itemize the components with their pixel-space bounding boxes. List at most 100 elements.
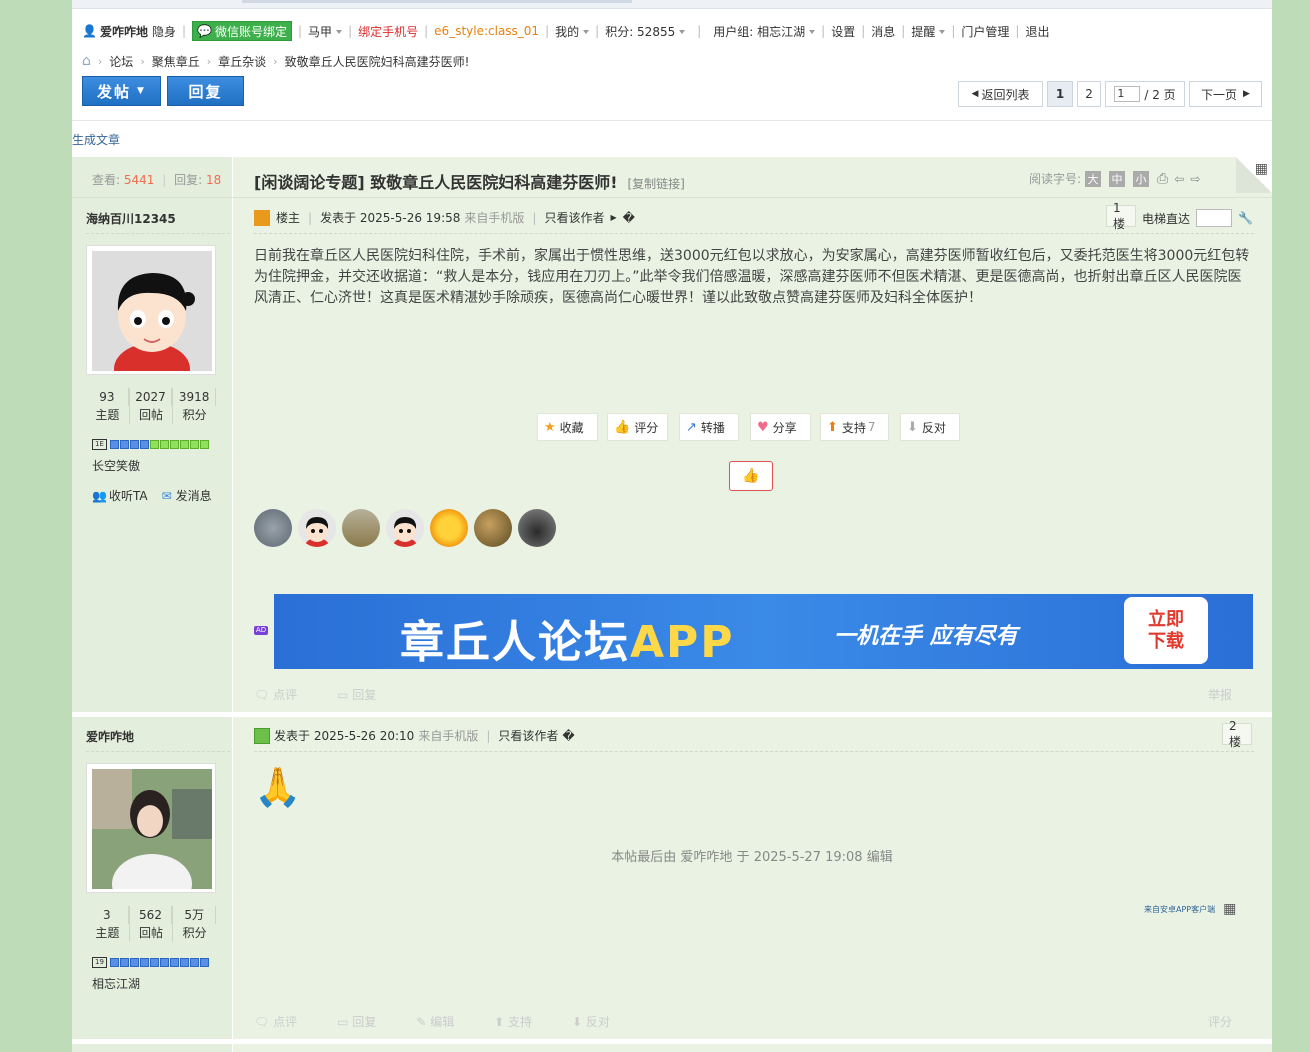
- user-icon: 👤: [82, 24, 97, 38]
- oppose-button[interactable]: ⬇ 反对: [900, 413, 960, 441]
- bind-phone-link[interactable]: 绑定手机号: [358, 23, 418, 40]
- forum-page: 👤 爱咋咋地 隐身 | 💬 微信账号绑定 | 马甲 | 绑定手机号 | e6_s…: [72, 0, 1272, 1052]
- post1-rank: 长空笑傲: [92, 459, 141, 473]
- chevron-down-icon: [336, 30, 343, 34]
- rater-avatar[interactable]: [430, 509, 468, 547]
- post1-author[interactable]: 海纳百川12345: [86, 210, 176, 227]
- chevron-down-icon: [809, 30, 816, 34]
- points-menu[interactable]: 积分: 52855: [605, 23, 686, 40]
- font-medium-button[interactable]: 中: [1109, 170, 1126, 187]
- wrench-icon[interactable]: 🔧: [1238, 211, 1253, 225]
- mine-menu[interactable]: 我的: [555, 23, 590, 40]
- rater-avatar[interactable]: [518, 509, 556, 547]
- generate-article-link[interactable]: 生成文章: [72, 131, 120, 148]
- rate-button[interactable]: 👍 评分: [607, 413, 668, 441]
- send-message-link[interactable]: 发消息: [176, 487, 212, 504]
- from-app-link[interactable]: 来自安卓APP客户端 ▦: [1144, 901, 1236, 917]
- wechat-icon: 💬: [197, 24, 212, 38]
- like-button[interactable]: 👍: [729, 461, 773, 491]
- only-author-link[interactable]: 只看该作者: [498, 727, 558, 744]
- download-now-button[interactable]: 立即 下载: [1124, 597, 1208, 664]
- thread-header: 查看: 5441 | 回复: 18 [闲谈阔论专题] 致敬章丘人民医院妇科高建芬…: [72, 157, 1272, 198]
- post1-avatar[interactable]: [86, 245, 216, 395]
- page-2-link[interactable]: 2: [1077, 81, 1101, 107]
- support-button[interactable]: ⬆ 支持 7: [820, 413, 889, 441]
- breadcrumb-thread[interactable]: 致敬章丘人民医院妇科高建芬医师!: [285, 53, 470, 70]
- messages-link[interactable]: 消息: [871, 23, 895, 40]
- pager: ◀ 返回列表 1 2 1 / 2 页 下一页 ▶: [954, 80, 1262, 108]
- chevron-down-icon: [583, 30, 590, 34]
- next-page-button[interactable]: 下一页 ▶: [1189, 81, 1262, 107]
- invisible-toggle[interactable]: 隐身: [152, 23, 176, 40]
- post2-level-bar: 19: [92, 957, 210, 968]
- prev-thread-icon[interactable]: ⇦: [1174, 172, 1184, 186]
- post2-avatar[interactable]: [86, 763, 216, 914]
- post2-footer-actions: 🗨 点评 ▭ 回复 ✎ 编辑 ⬆ 支持 ⬇ 反对: [254, 1013, 650, 1030]
- new-post-button[interactable]: 发帖 ▼: [82, 76, 161, 106]
- qrcode-corner-icon[interactable]: ▦: [1236, 157, 1272, 193]
- elevator-input[interactable]: [1196, 209, 1233, 227]
- back-to-list-button[interactable]: ◀ 返回列表: [958, 81, 1043, 107]
- chevron-right-icon: ▶: [1243, 89, 1250, 99]
- report-link[interactable]: 举报: [1208, 686, 1232, 703]
- favorite-button[interactable]: ★ 收藏: [537, 413, 598, 441]
- reply-link[interactable]: ▭ 回复: [337, 686, 396, 703]
- reply-button[interactable]: 回复: [167, 76, 244, 106]
- share-button[interactable]: ♥ 分享: [750, 413, 811, 441]
- rater-avatar[interactable]: [342, 509, 380, 547]
- username-link[interactable]: 爱咋咋地: [100, 23, 148, 40]
- floor-1[interactable]: 1楼: [1106, 201, 1136, 231]
- wechat-bind-button[interactable]: 💬 微信账号绑定: [192, 21, 292, 41]
- breadcrumb-board[interactable]: 章丘杂谈: [218, 53, 266, 70]
- logout-link[interactable]: 退出: [1025, 23, 1049, 40]
- copy-link[interactable]: [复制链接]: [628, 177, 685, 191]
- app-download-banner[interactable]: 章丘人论坛APP 一机在手 应有尽有 立即 下载: [274, 594, 1253, 669]
- remind-menu[interactable]: 提醒: [911, 23, 946, 40]
- comment-link[interactable]: 🗨 点评: [254, 1013, 317, 1030]
- reply-link[interactable]: ▭ 回复: [337, 1013, 396, 1030]
- rater-avatar[interactable]: [298, 509, 336, 547]
- floor-2[interactable]: 2楼: [1222, 719, 1252, 749]
- print-icon[interactable]: ⎙: [1157, 171, 1168, 187]
- majia-menu[interactable]: 马甲: [308, 23, 343, 40]
- breadcrumb-focus[interactable]: 聚焦章丘: [152, 53, 200, 70]
- next-thread-icon[interactable]: ⇨: [1190, 172, 1200, 186]
- post2-meta: 发表于 2025-5-26 20:10 来自手机版 | 只看该作者 �: [254, 727, 575, 744]
- rater-avatar[interactable]: [474, 509, 512, 547]
- breadcrumb-forum[interactable]: 论坛: [109, 53, 133, 70]
- thread-title: [闲谈阔论专题] 致敬章丘人民医院妇科高建芬医师! [复制链接]: [254, 173, 685, 192]
- page-1-link[interactable]: 1: [1047, 81, 1073, 107]
- owner-icon: [254, 209, 270, 226]
- repost-icon: ↗: [686, 419, 697, 435]
- support-link[interactable]: ⬆ 支持: [494, 1013, 552, 1030]
- font-small-button[interactable]: 小: [1133, 170, 1150, 187]
- post2-author[interactable]: 爱咋咋地: [86, 728, 134, 745]
- only-author-link[interactable]: 只看该作者: [544, 209, 604, 226]
- follow-link[interactable]: 收听TA: [109, 487, 148, 504]
- usergroup-menu[interactable]: 用户组: 相忘江湖: [713, 23, 816, 40]
- home-icon[interactable]: ⌂: [82, 53, 91, 69]
- thumb-up-icon: 👍: [742, 468, 760, 484]
- page-input[interactable]: 1: [1114, 86, 1141, 102]
- settings-link[interactable]: 设置: [831, 23, 855, 40]
- comment-link[interactable]: 🗨 点评: [254, 686, 317, 703]
- mail-icon: ✉: [161, 488, 172, 503]
- ad-badge: AD: [254, 626, 268, 635]
- arrow-up-icon: ⬆: [827, 419, 838, 435]
- replies-count: 18: [206, 173, 222, 187]
- top-strip: [72, 0, 1272, 9]
- chevron-left-icon: ◀: [971, 89, 979, 99]
- avatar-cartoon-boy: [92, 251, 212, 395]
- rater-avatar[interactable]: [386, 509, 424, 547]
- rater-avatar[interactable]: [254, 509, 292, 547]
- edit-link[interactable]: ✎ 编辑: [416, 1013, 474, 1030]
- rate-link[interactable]: 评分: [1208, 1013, 1232, 1030]
- repost-button[interactable]: ↗ 转播: [679, 413, 739, 441]
- portal-link[interactable]: 门户管理: [961, 23, 1009, 40]
- oppose-link[interactable]: ⬇ 反对: [572, 1013, 630, 1030]
- font-large-button[interactable]: 大: [1085, 170, 1102, 187]
- caret-right-icon: ▶: [610, 213, 617, 222]
- arrow-down-icon: ⬇: [907, 419, 918, 435]
- post1-level-bar: 1E: [92, 439, 210, 450]
- style-link[interactable]: e6_style:class_01: [434, 24, 539, 38]
